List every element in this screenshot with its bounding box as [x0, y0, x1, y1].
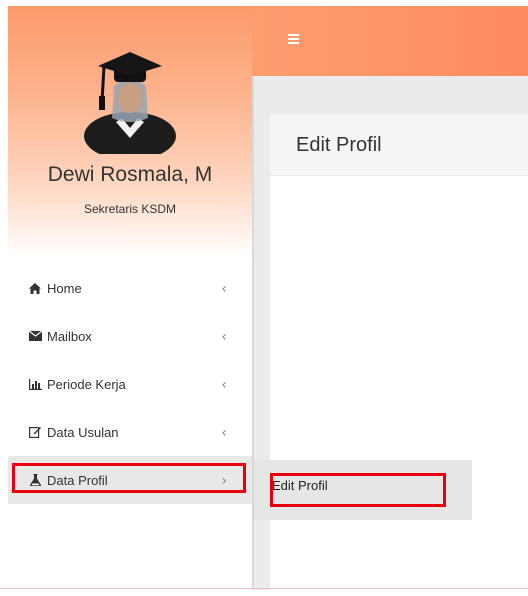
hamburger-icon[interactable] — [288, 34, 299, 44]
sidebar-item-label: Periode Kerja — [47, 376, 126, 392]
user-name: Dewi Rosmala, M — [47, 163, 213, 186]
sidebar-item-data-usulan[interactable]: Data Usulan ‹ — [8, 408, 252, 456]
chevron-left-icon: ‹ — [222, 280, 227, 296]
bar-chart-icon — [28, 378, 42, 390]
user-profile-panel: Dewi Rosmala, M Sekretaris KSDM — [8, 6, 252, 258]
chevron-left-icon: ‹ — [222, 424, 227, 440]
sidebar-item-periode-kerja[interactable]: Periode Kerja ‹ — [8, 360, 252, 408]
sidebar-item-mailbox[interactable]: Mailbox ‹ — [8, 312, 252, 360]
envelope-icon — [28, 331, 42, 341]
home-icon — [28, 282, 42, 294]
sidebar-item-label: Data Usulan — [47, 424, 119, 440]
app-window: Dewi Rosmala, M Sekretaris KSDM Home ‹ M… — [8, 6, 528, 590]
submenu-item-highlight — [270, 473, 446, 507]
page-title: Edit Profil — [296, 134, 382, 156]
sidebar-item-label: Mailbox — [47, 328, 92, 344]
edit-icon — [28, 426, 42, 438]
sidebar: Dewi Rosmala, M Sekretaris KSDM Home ‹ M… — [8, 6, 252, 590]
panel-header: Edit Profil — [270, 114, 528, 176]
sidebar-item-highlight — [12, 463, 246, 493]
sidebar-item-home[interactable]: Home ‹ — [8, 264, 252, 312]
top-header — [252, 6, 528, 76]
chevron-left-icon: ‹ — [222, 328, 227, 344]
avatar — [84, 52, 176, 154]
bottom-divider — [0, 588, 528, 589]
chevron-left-icon: ‹ — [222, 376, 227, 392]
sidebar-item-label: Home — [47, 280, 82, 296]
user-role: Sekretaris KSDM — [83, 202, 177, 216]
